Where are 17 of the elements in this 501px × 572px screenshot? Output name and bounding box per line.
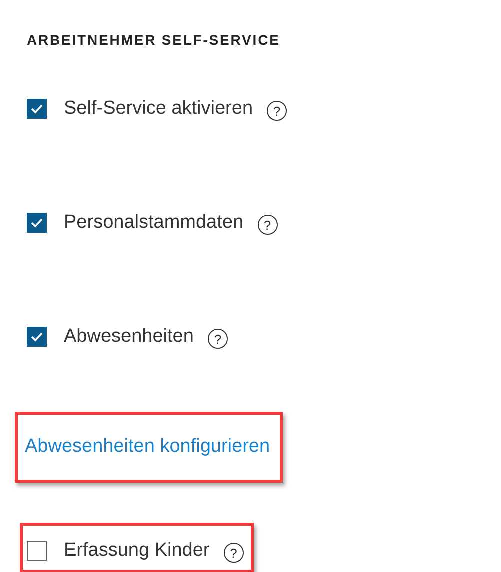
help-icon[interactable]: ?: [208, 329, 228, 349]
checkbox-label: Self-Service aktivieren: [64, 98, 254, 120]
checkbox[interactable]: [27, 213, 47, 233]
check-icon: [31, 218, 43, 228]
help-icon[interactable]: ?: [224, 543, 244, 563]
check-icon: [31, 104, 43, 114]
help-icon[interactable]: ?: [267, 101, 288, 121]
checkbox[interactable]: [27, 541, 47, 561]
help-icon[interactable]: ?: [258, 215, 278, 235]
configure-link[interactable]: Abwesenheiten konfigurieren: [25, 436, 270, 458]
checkbox[interactable]: [27, 99, 47, 119]
checkbox-label: Erfassung Kinder: [64, 540, 210, 562]
checkbox-label: Personalstammdaten: [64, 212, 244, 234]
check-icon: [31, 332, 43, 342]
checkbox[interactable]: [27, 327, 47, 347]
checkbox-label: Abwesenheiten: [64, 326, 194, 348]
section-title: ARBEITNEHMER SELF-SERVICE: [27, 32, 282, 48]
